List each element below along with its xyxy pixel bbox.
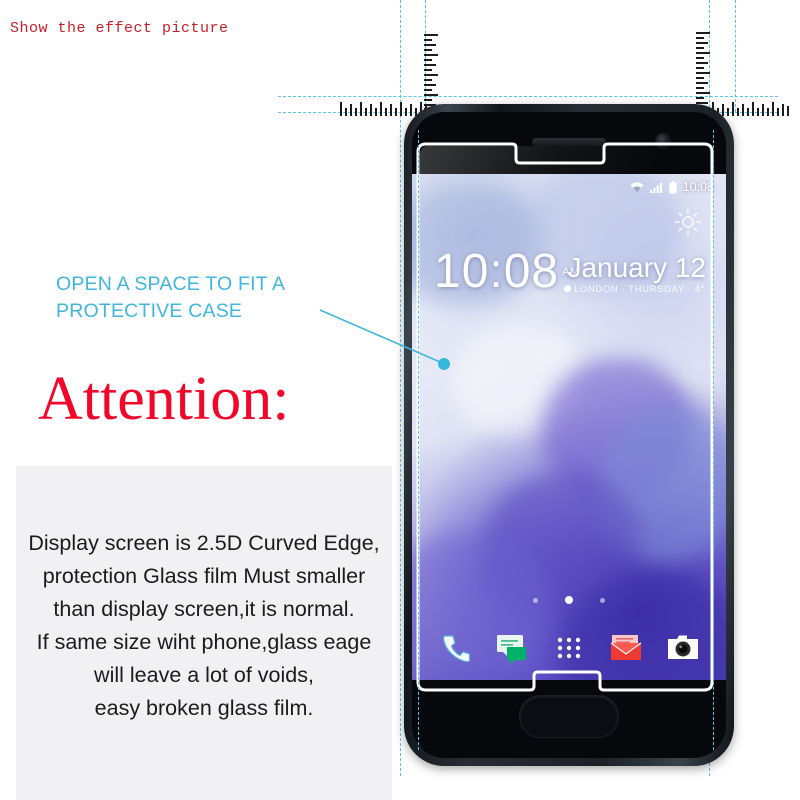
front-camera-icon: [656, 134, 670, 148]
wifi-icon: [630, 181, 644, 192]
guide-line-vertical-left-outer: [400, 0, 401, 776]
lockscreen-location-line: LONDON · THURSDAY · 4°: [563, 284, 705, 295]
page-dot[interactable]: [533, 597, 538, 603]
earpiece-speaker-icon: [532, 138, 606, 146]
warning-line: protection Glass film Must smaller: [42, 564, 366, 588]
product-marketing-image: Show the effect picture 10:08 10:08 AM J…: [0, 0, 800, 800]
lockscreen-clock: 10:08 AM: [434, 248, 580, 296]
bottom-bezel: [412, 680, 726, 758]
attention-heading: Attention:: [38, 365, 290, 433]
camera-app-icon[interactable]: [666, 630, 700, 664]
homescreen-page-indicator: [533, 596, 605, 604]
status-bar: 10:08: [630, 180, 714, 194]
callout-leader-line: [319, 309, 450, 370]
status-bar-time: 10:08: [682, 180, 714, 194]
app-dock: [412, 630, 726, 664]
warning-line: Display screen is 2.5D Curved Edge,: [28, 531, 380, 555]
gmail-app-icon[interactable]: [609, 630, 643, 664]
warning-line: will leave a lot of voids,: [94, 663, 314, 687]
messages-app-icon[interactable]: [495, 630, 529, 664]
warning-line: than display screen,it is normal.: [53, 597, 355, 621]
app-drawer-icon[interactable]: [552, 630, 586, 664]
location-pin-icon: [563, 285, 571, 294]
warning-text: Display screen is 2.5D Curved Edge, prot…: [16, 527, 392, 725]
page-dot-active[interactable]: [565, 596, 573, 604]
page-dot[interactable]: [600, 597, 605, 603]
phone-front-face: 10:08 10:08 AM January 12 LONDON · THURS…: [412, 112, 726, 758]
location-weather-text: LONDON · THURSDAY · 4°: [573, 284, 705, 295]
callout-line-1: OPEN A SPACE TO FIT A: [56, 273, 286, 295]
home-button[interactable]: [519, 695, 619, 738]
battery-icon: [669, 180, 677, 194]
page-title: Show the effect picture: [10, 20, 229, 37]
phone-app-icon[interactable]: [438, 630, 472, 664]
clock-time: 10:08: [434, 245, 560, 298]
warning-line: If same size wiht phone,glass eage: [36, 630, 372, 654]
sun-icon: [674, 208, 702, 236]
phone-screen: 10:08 10:08 AM January 12 LONDON · THURS…: [412, 174, 726, 680]
lockscreen-date: January 12: [567, 252, 706, 283]
signal-bars-icon: [649, 182, 662, 193]
warning-line: easy broken glass film.: [94, 696, 314, 720]
phone-device: 10:08 10:08 AM January 12 LONDON · THURS…: [404, 104, 734, 766]
top-bezel: [412, 112, 726, 174]
